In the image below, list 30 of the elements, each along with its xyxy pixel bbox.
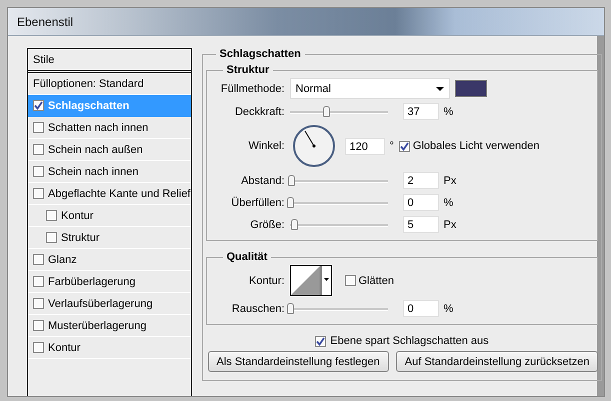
value-field[interactable]: 0 [402,194,438,211]
unit-label: % [444,106,454,118]
checkbox-label: Globales Licht verwenden [412,140,540,152]
unit-label: % [444,302,454,314]
value-field[interactable]: 120 [344,138,384,154]
unit-label: % [444,196,454,208]
unit-label: ° [390,140,394,152]
value-field[interactable]: 37 [402,103,438,120]
group-title: Struktur [226,64,270,76]
field-label: Größe: [249,218,284,230]
field-label: Winkel: [247,140,284,152]
field-label: Überfüllen: [230,196,284,208]
value-field[interactable]: 2 [402,172,438,189]
blend-mode-select[interactable]: Normal [290,78,450,99]
field-label: Rauschen: [230,302,284,314]
unit-label: Px [444,218,456,230]
field-label: Abstand: [240,174,284,186]
field-label: Kontur: [248,274,284,286]
window-title: Ebenenstil [17,14,74,28]
default-button[interactable]: Als Standardeinstellung festlegen [208,351,389,372]
checkbox-label: Ebene spart Schlagschatten aus [330,335,489,347]
group-title: Qualität [226,251,268,263]
section-title: Schlagschatten [218,48,302,60]
checkbox-label: Glätten [358,274,394,286]
default-button[interactable]: Auf Standardeinstellung zurücksetzen [396,351,598,372]
value-field[interactable]: 5 [402,216,438,233]
field-label: Deckkraft: [234,106,284,118]
value-field[interactable]: 0 [402,300,438,317]
unit-label: Px [444,174,456,186]
field-label: Füllmethode: [220,82,284,94]
